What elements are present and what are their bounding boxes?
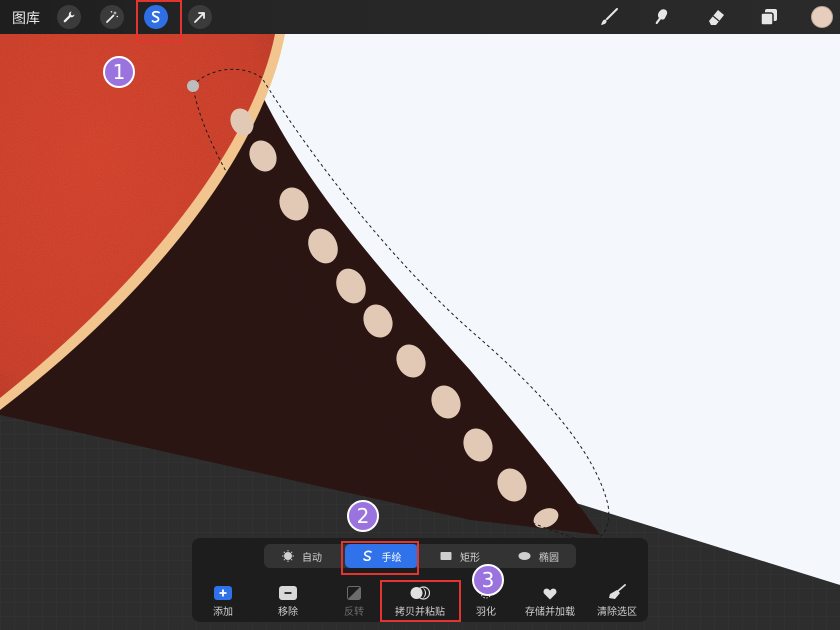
add-button[interactable]: 添加 [190, 582, 256, 620]
invert-icon [347, 586, 361, 600]
broom-icon [609, 584, 626, 599]
highlight-freehand-mode [341, 541, 419, 575]
feather-label: 羽化 [476, 607, 496, 618]
selection-start-node[interactable] [187, 80, 199, 92]
heart-icon [543, 588, 557, 600]
mode-automatic[interactable]: 自动 [282, 544, 322, 568]
clear-selection-label: 清除选区 [597, 607, 637, 618]
selection-mode-bar: 自动 手绘 矩形 椭圆 [264, 544, 576, 568]
add-icon [214, 586, 232, 600]
color-swatch-button[interactable] [811, 6, 833, 28]
invert-label: 反转 [344, 607, 364, 618]
layers-button[interactable] [758, 6, 780, 28]
mode-label: 自动 [302, 552, 322, 564]
transform-icon [194, 12, 205, 23]
add-label: 添加 [213, 607, 233, 618]
clear-selection-button[interactable]: 清除选区 [584, 582, 650, 620]
highlight-copy-paste [380, 580, 461, 622]
drawing-canvas[interactable] [0, 0, 840, 630]
brush-button[interactable] [598, 6, 620, 28]
mode-rectangle[interactable]: 矩形 [440, 544, 480, 568]
remove-icon [279, 586, 297, 600]
adjustments-button[interactable] [100, 5, 124, 29]
top-toolbar: 图库 [0, 0, 840, 34]
brush-icon [601, 8, 618, 25]
gallery-button[interactable]: 图库 [12, 8, 40, 28]
invert-button[interactable]: 反转 [321, 582, 387, 620]
step-badge-2: 2 [347, 500, 379, 532]
wrench-icon [63, 11, 75, 23]
smudge-button[interactable] [652, 6, 674, 28]
eraser-button[interactable] [705, 6, 727, 28]
step-badge-3: 3 [472, 564, 504, 596]
mode-label: 椭圆 [539, 552, 559, 564]
layers-icon [760, 9, 777, 26]
mode-ellipse[interactable]: 椭圆 [518, 544, 559, 568]
actions-button[interactable] [57, 5, 81, 29]
magic-wand-icon [106, 11, 119, 23]
remove-label: 移除 [278, 607, 298, 618]
step-badge-1: 1 [103, 56, 135, 88]
rectangle-icon [440, 552, 452, 560]
remove-button[interactable]: 移除 [255, 582, 321, 620]
transform-tool-button[interactable] [188, 5, 212, 29]
eraser-icon [709, 10, 724, 25]
smudge-icon [655, 9, 668, 25]
save-load-button[interactable]: 存储并加载 [517, 582, 583, 620]
save-load-label: 存储并加载 [525, 607, 575, 618]
auto-icon [282, 550, 294, 562]
highlight-selection-tool [136, 0, 182, 42]
ellipse-icon [518, 552, 531, 560]
mode-label: 矩形 [460, 552, 480, 564]
